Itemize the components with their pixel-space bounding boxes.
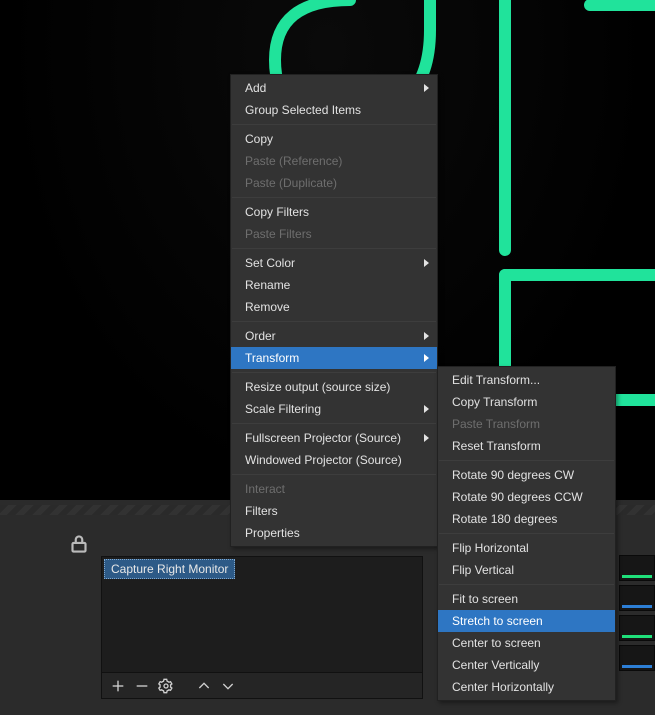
menu-add[interactable]: Add xyxy=(231,77,437,99)
source-settings-button[interactable] xyxy=(156,676,176,696)
menu-separator xyxy=(232,197,436,198)
menu-label: Center Horizontally xyxy=(452,680,554,694)
menu-label: Paste Filters xyxy=(245,227,312,241)
submenu-reset-transform[interactable]: Reset Transform xyxy=(438,435,615,457)
menu-rename[interactable]: Rename xyxy=(231,274,437,296)
menu-separator xyxy=(232,248,436,249)
remove-source-button[interactable] xyxy=(132,676,152,696)
menu-label: Rotate 90 degrees CW xyxy=(452,468,574,482)
menu-scale-filtering[interactable]: Scale Filtering xyxy=(231,398,437,420)
menu-label: Add xyxy=(245,81,266,95)
menu-separator xyxy=(439,533,614,534)
submenu-center-to-screen[interactable]: Center to screen xyxy=(438,632,615,654)
menu-label: Rotate 90 degrees CCW xyxy=(452,490,583,504)
menu-label: Reset Transform xyxy=(452,439,541,453)
menu-label: Scale Filtering xyxy=(245,402,321,416)
menu-transform[interactable]: Transform xyxy=(231,347,437,369)
menu-separator xyxy=(232,124,436,125)
menu-paste-reference: Paste (Reference) xyxy=(231,150,437,172)
menu-label: Flip Vertical xyxy=(452,563,514,577)
menu-label: Copy Transform xyxy=(452,395,537,409)
menu-set-color[interactable]: Set Color xyxy=(231,252,437,274)
menu-label: Paste (Duplicate) xyxy=(245,176,337,190)
menu-label: Order xyxy=(245,329,276,343)
transform-submenu: Edit Transform... Copy Transform Paste T… xyxy=(437,366,616,701)
menu-separator xyxy=(439,460,614,461)
menu-label: Fit to screen xyxy=(452,592,518,606)
menu-remove[interactable]: Remove xyxy=(231,296,437,318)
menu-windowed-projector[interactable]: Windowed Projector (Source) xyxy=(231,449,437,471)
submenu-rotate-90-ccw[interactable]: Rotate 90 degrees CCW xyxy=(438,486,615,508)
menu-label: Copy Filters xyxy=(245,205,309,219)
menu-separator xyxy=(232,321,436,322)
submenu-center-vertically[interactable]: Center Vertically xyxy=(438,654,615,676)
menu-label: Flip Horizontal xyxy=(452,541,529,555)
menu-copy[interactable]: Copy xyxy=(231,128,437,150)
submenu-copy-transform[interactable]: Copy Transform xyxy=(438,391,615,413)
menu-label: Remove xyxy=(245,300,290,314)
menu-label: Paste (Reference) xyxy=(245,154,342,168)
menu-label: Stretch to screen xyxy=(452,614,543,628)
menu-label: Filters xyxy=(245,504,278,518)
menu-label: Windowed Projector (Source) xyxy=(245,453,402,467)
submenu-flip-horizontal[interactable]: Flip Horizontal xyxy=(438,537,615,559)
menu-fullscreen-projector[interactable]: Fullscreen Projector (Source) xyxy=(231,427,437,449)
menu-label: Interact xyxy=(245,482,285,496)
menu-label: Rotate 180 degrees xyxy=(452,512,557,526)
track-row xyxy=(619,585,655,611)
panel-lock-icon xyxy=(66,531,92,549)
menu-label: Set Color xyxy=(245,256,295,270)
menu-group-selected[interactable]: Group Selected Items xyxy=(231,99,437,121)
track-row xyxy=(619,645,655,671)
submenu-rotate-90-cw[interactable]: Rotate 90 degrees CW xyxy=(438,464,615,486)
sources-panel: Capture Right Monitor xyxy=(101,556,423,699)
menu-separator xyxy=(232,474,436,475)
menu-properties[interactable]: Properties xyxy=(231,522,437,544)
menu-label: Rename xyxy=(245,278,290,292)
submenu-center-horizontally[interactable]: Center Horizontally xyxy=(438,676,615,698)
submenu-fit-to-screen[interactable]: Fit to screen xyxy=(438,588,615,610)
menu-interact: Interact xyxy=(231,478,437,500)
submenu-paste-transform: Paste Transform xyxy=(438,413,615,435)
track-row xyxy=(619,615,655,641)
menu-label: Edit Transform... xyxy=(452,373,540,387)
menu-resize-output[interactable]: Resize output (source size) xyxy=(231,376,437,398)
sources-toolbar xyxy=(102,672,422,698)
track-row xyxy=(619,555,655,581)
menu-label: Properties xyxy=(245,526,300,540)
menu-label: Center to screen xyxy=(452,636,541,650)
menu-paste-duplicate: Paste (Duplicate) xyxy=(231,172,437,194)
menu-separator xyxy=(232,423,436,424)
source-item-selected[interactable]: Capture Right Monitor xyxy=(104,559,235,579)
context-menu: Add Group Selected Items Copy Paste (Ref… xyxy=(230,74,438,547)
add-source-button[interactable] xyxy=(108,676,128,696)
menu-label: Fullscreen Projector (Source) xyxy=(245,431,401,445)
submenu-stretch-to-screen[interactable]: Stretch to screen xyxy=(438,610,615,632)
menu-paste-filters: Paste Filters xyxy=(231,223,437,245)
menu-label: Transform xyxy=(245,351,299,365)
move-up-button[interactable] xyxy=(194,676,214,696)
menu-filters[interactable]: Filters xyxy=(231,500,437,522)
source-item-label: Capture Right Monitor xyxy=(111,562,228,576)
menu-separator xyxy=(232,372,436,373)
menu-label: Paste Transform xyxy=(452,417,540,431)
menu-label: Center Vertically xyxy=(452,658,539,672)
submenu-rotate-180[interactable]: Rotate 180 degrees xyxy=(438,508,615,530)
menu-label: Copy xyxy=(245,132,273,146)
track-strips xyxy=(619,555,655,715)
submenu-flip-vertical[interactable]: Flip Vertical xyxy=(438,559,615,581)
menu-order[interactable]: Order xyxy=(231,325,437,347)
menu-label: Group Selected Items xyxy=(245,103,361,117)
menu-copy-filters[interactable]: Copy Filters xyxy=(231,201,437,223)
menu-label: Resize output (source size) xyxy=(245,380,390,394)
move-down-button[interactable] xyxy=(218,676,238,696)
menu-separator xyxy=(439,584,614,585)
submenu-edit-transform[interactable]: Edit Transform... xyxy=(438,369,615,391)
